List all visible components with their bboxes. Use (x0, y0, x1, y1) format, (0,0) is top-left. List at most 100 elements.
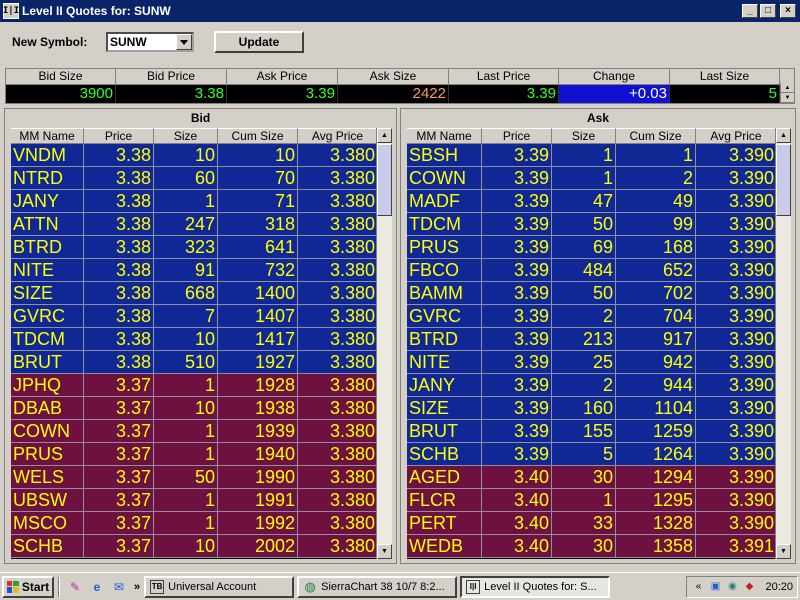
bid-row[interactable]: PRUS 3.37 1 1940 3.380 (11, 443, 378, 466)
task-level2-quotes[interactable]: I|I Level II Quotes for: S... (460, 575, 611, 598)
scroll-thumb[interactable] (377, 144, 392, 216)
bid-cell-mm-name: NTRD (11, 167, 84, 190)
bid-row[interactable]: JPHQ 3.37 1 1928 3.380 (11, 374, 378, 397)
ask-row[interactable]: COWN 3.39 1 2 3.390 (407, 167, 777, 190)
ask-cell-mm-name: BAMM (407, 282, 482, 305)
bid-row[interactable]: MSCO 3.37 1 1992 3.380 (11, 512, 378, 535)
ask-scrollbar[interactable]: ▲ ▼ (775, 128, 791, 559)
bid-row[interactable]: SCHB 3.37 10 2002 3.380 (11, 535, 378, 558)
maximize-button[interactable]: □ (760, 4, 776, 18)
bid-cell-mm-name: JANY (11, 190, 84, 213)
pen-tool-icon[interactable]: ✎ (66, 578, 84, 596)
ask-col-size[interactable]: Size (552, 128, 616, 144)
ask-cell-price: 3.39 (482, 236, 552, 259)
app-icon[interactable]: I|I (3, 3, 19, 19)
symbol-input[interactable] (108, 35, 176, 49)
volume-icon[interactable]: ◆ (742, 580, 756, 594)
ask-row[interactable]: BRUT 3.39 155 1259 3.390 (407, 420, 777, 443)
bid-row[interactable]: JANY 3.38 1 71 3.380 (11, 190, 378, 213)
ask-row[interactable]: TDCM 3.39 50 99 3.390 (407, 213, 777, 236)
task-sierrachart[interactable]: ◍ SierraChart 38 10/7 8:2... (297, 575, 458, 598)
bid-cell-size: 247 (154, 213, 218, 236)
bid-col-price[interactable]: Price (84, 128, 154, 144)
ask-row[interactable]: PERT 3.40 33 1328 3.390 (407, 512, 777, 535)
bid-row[interactable]: BTRD 3.38 323 641 3.380 (11, 236, 378, 259)
bid-row[interactable]: UBSW 3.37 1 1991 3.380 (11, 489, 378, 512)
bid-cell-size: 91 (154, 259, 218, 282)
ask-row[interactable]: PRUS 3.39 69 168 3.390 (407, 236, 777, 259)
ask-cell-avg-price: 3.390 (696, 374, 777, 397)
ask-row[interactable]: NITE 3.39 25 942 3.390 (407, 351, 777, 374)
quicklaunch-chevron-icon[interactable]: » (134, 581, 140, 593)
start-button[interactable]: Start (2, 575, 54, 598)
ask-col-avg-price[interactable]: Avg Price (696, 128, 777, 144)
ask-row[interactable]: MADF 3.39 47 49 3.390 (407, 190, 777, 213)
bid-cell-cum-size: 10 (218, 144, 298, 167)
scroll-up-icon[interactable]: ▲ (377, 128, 392, 143)
bid-cell-mm-name: NITE (11, 259, 84, 282)
bid-row[interactable]: TDCM 3.38 10 1417 3.380 (11, 328, 378, 351)
symbol-combobox[interactable] (106, 32, 194, 52)
bid-row[interactable]: ATTN 3.38 247 318 3.380 (11, 213, 378, 236)
bid-col-avg-price[interactable]: Avg Price (298, 128, 378, 144)
ask-row[interactable]: FLCR 3.40 1 1295 3.390 (407, 489, 777, 512)
ask-cell-avg-price: 3.390 (696, 397, 777, 420)
ask-row[interactable]: WEDB 3.40 30 1358 3.391 (407, 535, 777, 558)
bid-row[interactable]: VNDM 3.38 10 10 3.380 (11, 144, 378, 167)
task-label: Level II Quotes for: S... (484, 580, 597, 593)
ask-row[interactable]: BTRD 3.39 213 917 3.390 (407, 328, 777, 351)
bid-row[interactable]: COWN 3.37 1 1939 3.380 (11, 420, 378, 443)
ask-row[interactable]: AGED 3.40 30 1294 3.390 (407, 466, 777, 489)
spin-down-icon[interactable]: ▼ (781, 93, 794, 103)
tray-expand-icon[interactable]: « (691, 580, 705, 594)
bid-row[interactable]: NITE 3.38 91 732 3.380 (11, 259, 378, 282)
scroll-thumb[interactable] (776, 144, 791, 216)
ask-price-value: 3.39 (227, 85, 338, 103)
scroll-down-icon[interactable]: ▼ (377, 544, 392, 559)
bid-row[interactable]: WELS 3.37 50 1990 3.380 (11, 466, 378, 489)
minimize-button[interactable]: _ (742, 4, 758, 18)
ask-cell-size: 25 (552, 351, 616, 374)
ask-row[interactable]: BAMM 3.39 50 702 3.390 (407, 282, 777, 305)
outlook-express-icon[interactable]: ✉ (110, 578, 128, 596)
ask-cell-cum-size: 652 (616, 259, 696, 282)
bid-cell-price: 3.38 (84, 351, 154, 374)
bid-row[interactable]: DBAB 3.37 10 1938 3.380 (11, 397, 378, 420)
spin-up-icon[interactable]: ▲ (781, 83, 794, 93)
bid-col-cum-size[interactable]: Cum Size (218, 128, 298, 144)
summary-spinner[interactable]: ▲ ▼ (780, 83, 794, 103)
bid-col-mm-name[interactable]: MM Name (11, 128, 84, 144)
app-tray-icon[interactable]: ◉ (725, 580, 739, 594)
ask-col-mm-name[interactable]: MM Name (407, 128, 482, 144)
scroll-up-icon[interactable]: ▲ (776, 128, 791, 143)
tb-app-icon: TB (150, 579, 165, 594)
title-bar[interactable]: I|I Level II Quotes for: SUNW _ □ × (0, 0, 800, 22)
update-button[interactable]: Update (214, 31, 304, 53)
bid-cell-cum-size: 1400 (218, 282, 298, 305)
ask-row[interactable]: SCHB 3.39 5 1264 3.390 (407, 443, 777, 466)
bid-row[interactable]: NTRD 3.38 60 70 3.380 (11, 167, 378, 190)
ask-col-price[interactable]: Price (482, 128, 552, 144)
symbol-dropdown-button[interactable] (176, 34, 192, 50)
bid-cell-price: 3.38 (84, 305, 154, 328)
bid-size-header: Bid Size (6, 69, 116, 85)
close-button[interactable]: × (780, 4, 796, 18)
ask-row[interactable]: FBCO 3.39 484 652 3.390 (407, 259, 777, 282)
bid-scrollbar[interactable]: ▲ ▼ (376, 128, 392, 559)
network-icon[interactable]: ▣ (708, 580, 722, 594)
scroll-down-icon[interactable]: ▼ (776, 544, 791, 559)
ask-col-cum-size[interactable]: Cum Size (616, 128, 696, 144)
bid-col-size[interactable]: Size (154, 128, 218, 144)
bid-row[interactable]: BRUT 3.38 510 1927 3.380 (11, 351, 378, 374)
task-universal-account[interactable]: TB Universal Account (144, 575, 295, 598)
bid-cell-cum-size: 1940 (218, 443, 298, 466)
bid-row[interactable]: GVRC 3.38 7 1407 3.380 (11, 305, 378, 328)
ask-row[interactable]: JANY 3.39 2 944 3.390 (407, 374, 777, 397)
ask-row[interactable]: SBSH 3.39 1 1 3.390 (407, 144, 777, 167)
ask-cell-size: 2 (552, 305, 616, 328)
ask-row[interactable]: GVRC 3.39 2 704 3.390 (407, 305, 777, 328)
internet-explorer-icon[interactable]: e (88, 578, 106, 596)
bid-row[interactable]: SIZE 3.38 668 1400 3.380 (11, 282, 378, 305)
ask-cell-price: 3.40 (482, 466, 552, 489)
ask-row[interactable]: SIZE 3.39 160 1104 3.390 (407, 397, 777, 420)
